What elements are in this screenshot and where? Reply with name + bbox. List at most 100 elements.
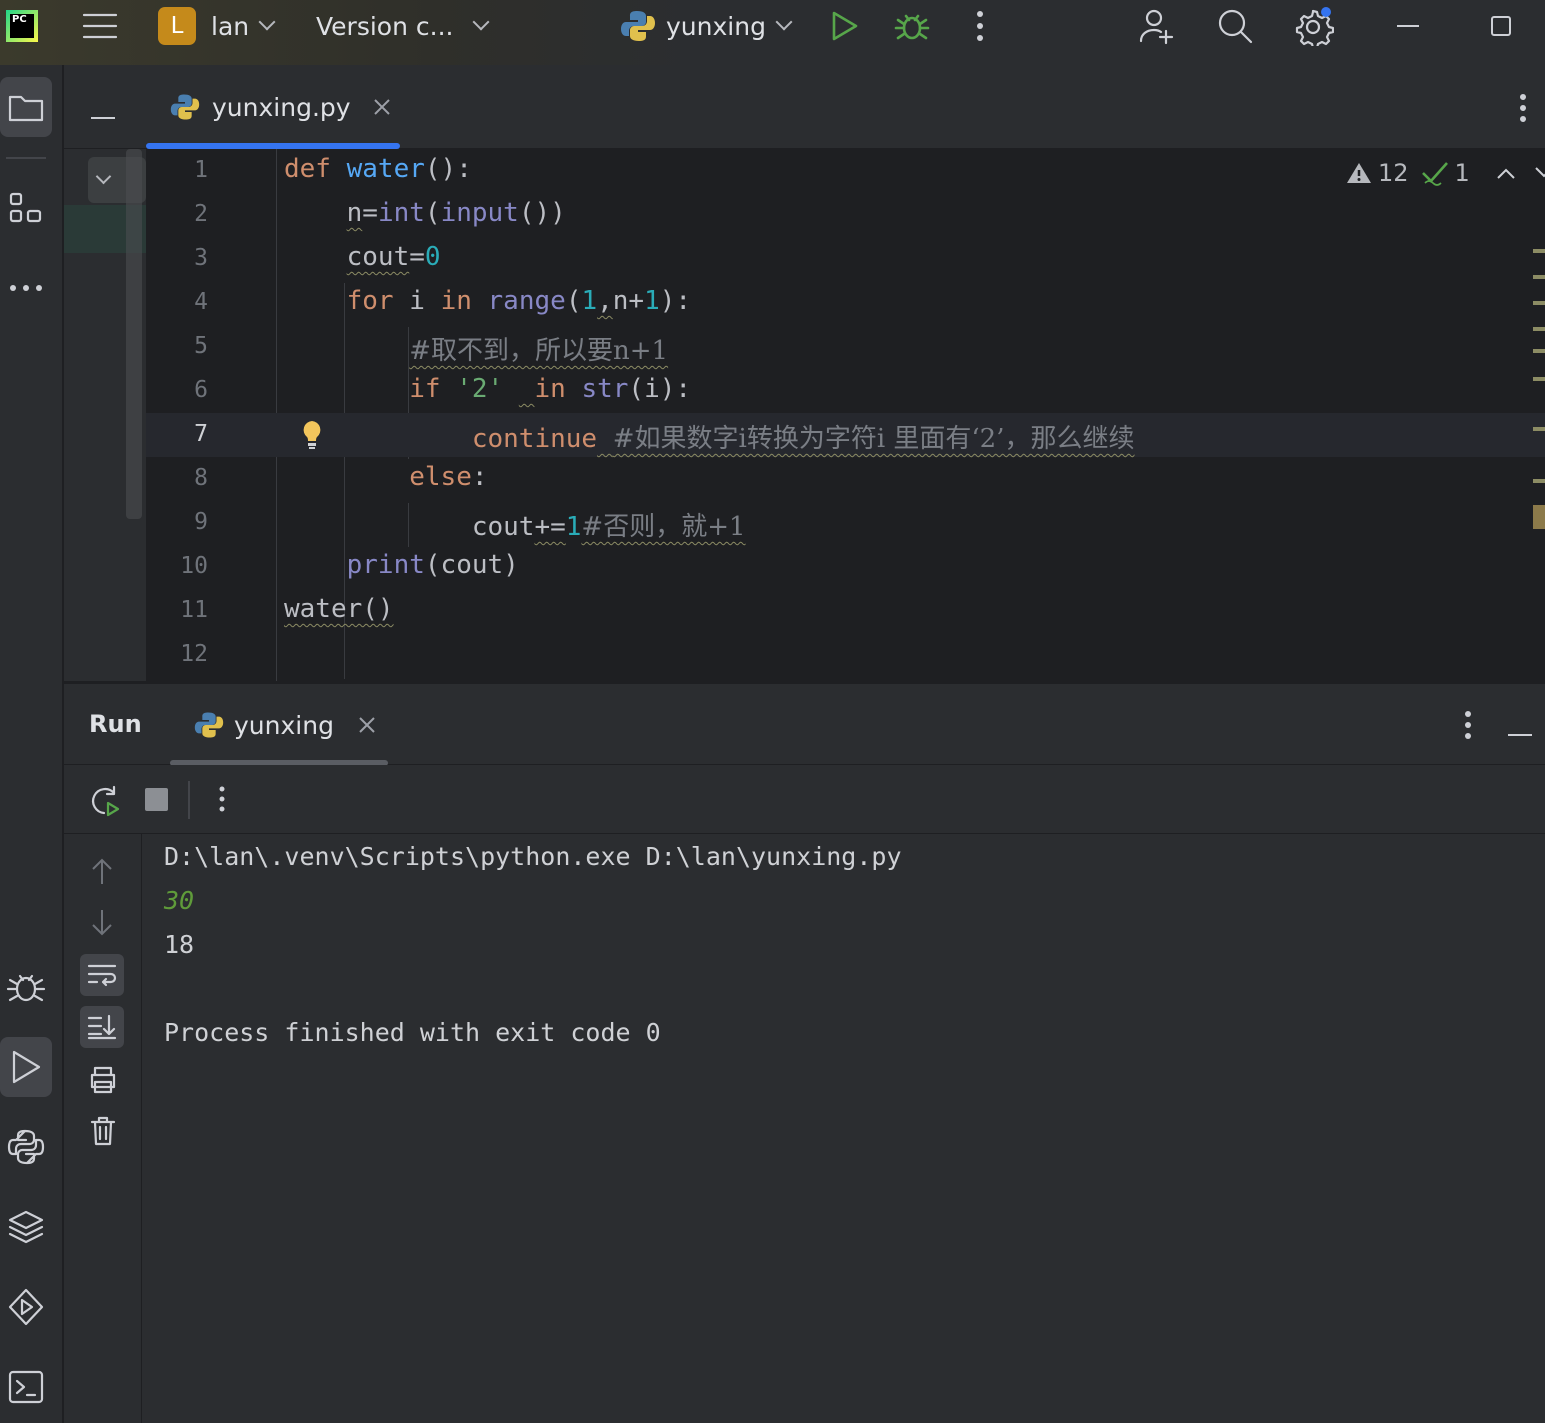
layers-icon bbox=[8, 1210, 44, 1244]
services-tool-button[interactable] bbox=[0, 1277, 52, 1337]
hide-project-panel-button[interactable] bbox=[90, 105, 116, 124]
app-logo[interactable]: PC bbox=[6, 0, 38, 52]
gear-icon bbox=[1295, 7, 1334, 46]
hamburger-icon bbox=[82, 13, 118, 39]
stripe-marker[interactable] bbox=[1533, 377, 1545, 381]
run-toolbar bbox=[64, 765, 1545, 834]
soft-wrap-button[interactable] bbox=[80, 954, 124, 996]
arrow-up-icon bbox=[92, 858, 112, 884]
scroll-to-end-button[interactable] bbox=[80, 1006, 124, 1048]
chevron-down-icon bbox=[775, 13, 793, 31]
code-with-me-button[interactable] bbox=[1138, 0, 1176, 52]
run-toolbar-more-button[interactable] bbox=[218, 785, 226, 817]
code-text: n=int(input()) bbox=[346, 198, 566, 228]
line-number: 7 bbox=[194, 421, 208, 447]
stripe-marker[interactable] bbox=[1533, 505, 1545, 529]
code-text: cout=0 bbox=[346, 242, 441, 272]
stripe-marker[interactable] bbox=[1533, 249, 1545, 253]
maximize-button[interactable] bbox=[1490, 0, 1512, 52]
vcs-selector[interactable]: Version c... bbox=[316, 0, 490, 52]
more-actions-button[interactable] bbox=[976, 0, 984, 52]
title-bar: PC L lan Version c... yunxing bbox=[0, 0, 1545, 65]
console-line-output: 18 bbox=[164, 930, 195, 959]
clear-all-button[interactable] bbox=[90, 1116, 116, 1150]
line-number: 1 bbox=[194, 157, 208, 183]
project-tool-button[interactable] bbox=[0, 77, 52, 137]
minimize-button[interactable] bbox=[1396, 0, 1420, 52]
warning-icon bbox=[1347, 163, 1371, 183]
stripe-marker[interactable] bbox=[1533, 427, 1545, 431]
add-user-icon bbox=[1139, 9, 1174, 45]
run-tab-label: yunxing bbox=[234, 710, 334, 740]
code-line: 12 bbox=[146, 633, 1545, 677]
code-editor[interactable]: 1 def water(): 2 n=int(input()) 3 cout=0… bbox=[146, 149, 1545, 681]
python-packages-tool-button[interactable] bbox=[0, 1197, 52, 1257]
tab-options-button[interactable] bbox=[1519, 93, 1527, 127]
console-line-command: D:\lan\.venv\Scripts\python.exe D:\lan\y… bbox=[164, 842, 902, 871]
code-line: 8 else: bbox=[146, 457, 1545, 501]
run-button[interactable] bbox=[830, 0, 860, 52]
structure-icon bbox=[9, 192, 42, 223]
close-icon[interactable] bbox=[373, 98, 391, 116]
console-line-input: 30 bbox=[164, 886, 195, 915]
trash-icon bbox=[90, 1116, 116, 1146]
line-number: 5 bbox=[194, 333, 208, 359]
stripe-marker[interactable] bbox=[1533, 301, 1545, 305]
run-icon bbox=[12, 1050, 41, 1084]
scroll-down-button[interactable] bbox=[88, 908, 116, 942]
code-line: 2 n=int(input()) bbox=[146, 193, 1545, 237]
console-line-exit: Process finished with exit code 0 bbox=[164, 1018, 661, 1047]
stripe-marker[interactable] bbox=[1533, 327, 1545, 331]
folder-icon bbox=[8, 95, 44, 122]
rerun-button[interactable] bbox=[88, 785, 120, 821]
tab-label: yunxing.py bbox=[212, 92, 351, 122]
scroll-up-button[interactable] bbox=[88, 856, 116, 890]
code-line: 10 print(cout) bbox=[146, 545, 1545, 589]
stop-button[interactable] bbox=[145, 788, 168, 811]
minimize-icon bbox=[91, 117, 115, 119]
chevron-down-icon[interactable] bbox=[1534, 166, 1545, 180]
settings-button[interactable] bbox=[1294, 0, 1334, 52]
chevron-up-icon[interactable] bbox=[1496, 166, 1516, 180]
warning-count: 12 bbox=[1378, 159, 1409, 187]
console-output[interactable]: D:\lan\.venv\Scripts\python.exe D:\lan\y… bbox=[142, 834, 1545, 1423]
more-horizontal-icon bbox=[10, 285, 42, 291]
debug-button[interactable] bbox=[894, 0, 930, 52]
structure-tool-button[interactable] bbox=[0, 178, 52, 238]
python-console-tool-button[interactable] bbox=[0, 1117, 52, 1177]
debug-tool-button[interactable] bbox=[0, 957, 52, 1017]
search-icon bbox=[1218, 9, 1253, 44]
run-panel-options-button[interactable] bbox=[1464, 710, 1472, 744]
run-tool-button[interactable] bbox=[0, 1037, 52, 1097]
code-text: def water(): bbox=[284, 154, 472, 184]
editor-tab-bar: yunxing.py bbox=[64, 65, 1545, 149]
stripe-marker[interactable] bbox=[1533, 275, 1545, 279]
code-text: #取不到，所以要n+1 bbox=[409, 336, 669, 366]
run-tab-yunxing[interactable]: yunxing bbox=[170, 684, 388, 766]
print-icon bbox=[90, 1066, 116, 1094]
hide-run-panel-button[interactable] bbox=[1507, 722, 1533, 741]
strip-divider bbox=[6, 157, 46, 159]
run-config-selector[interactable]: yunxing bbox=[620, 0, 793, 52]
code-line: 5 #取不到，所以要n+1 bbox=[146, 325, 1545, 369]
main-menu-button[interactable] bbox=[82, 0, 118, 52]
tool-window-strip bbox=[0, 65, 63, 1423]
stripe-marker[interactable] bbox=[1533, 349, 1545, 353]
code-text: cout+=1#否则，就+1 bbox=[284, 512, 746, 542]
rerun-icon bbox=[92, 785, 120, 817]
python-icon bbox=[194, 712, 224, 738]
tree-scrollbar[interactable] bbox=[126, 149, 142, 519]
check-icon bbox=[1421, 162, 1448, 186]
stripe-marker[interactable] bbox=[1533, 479, 1545, 483]
inspection-widget[interactable]: 12 1 bbox=[1346, 159, 1545, 187]
print-button[interactable] bbox=[88, 1066, 118, 1098]
search-button[interactable] bbox=[1216, 0, 1254, 52]
more-tools-button[interactable] bbox=[0, 258, 52, 318]
terminal-tool-button[interactable] bbox=[0, 1357, 52, 1417]
project-selector[interactable]: L lan bbox=[158, 0, 276, 52]
python-file-icon bbox=[170, 94, 200, 120]
code-text: for i in range(1,n+1): bbox=[346, 286, 692, 316]
tab-yunxing-py[interactable]: yunxing.py bbox=[146, 65, 400, 149]
close-icon[interactable] bbox=[358, 716, 376, 734]
minimize-icon bbox=[1508, 734, 1532, 736]
